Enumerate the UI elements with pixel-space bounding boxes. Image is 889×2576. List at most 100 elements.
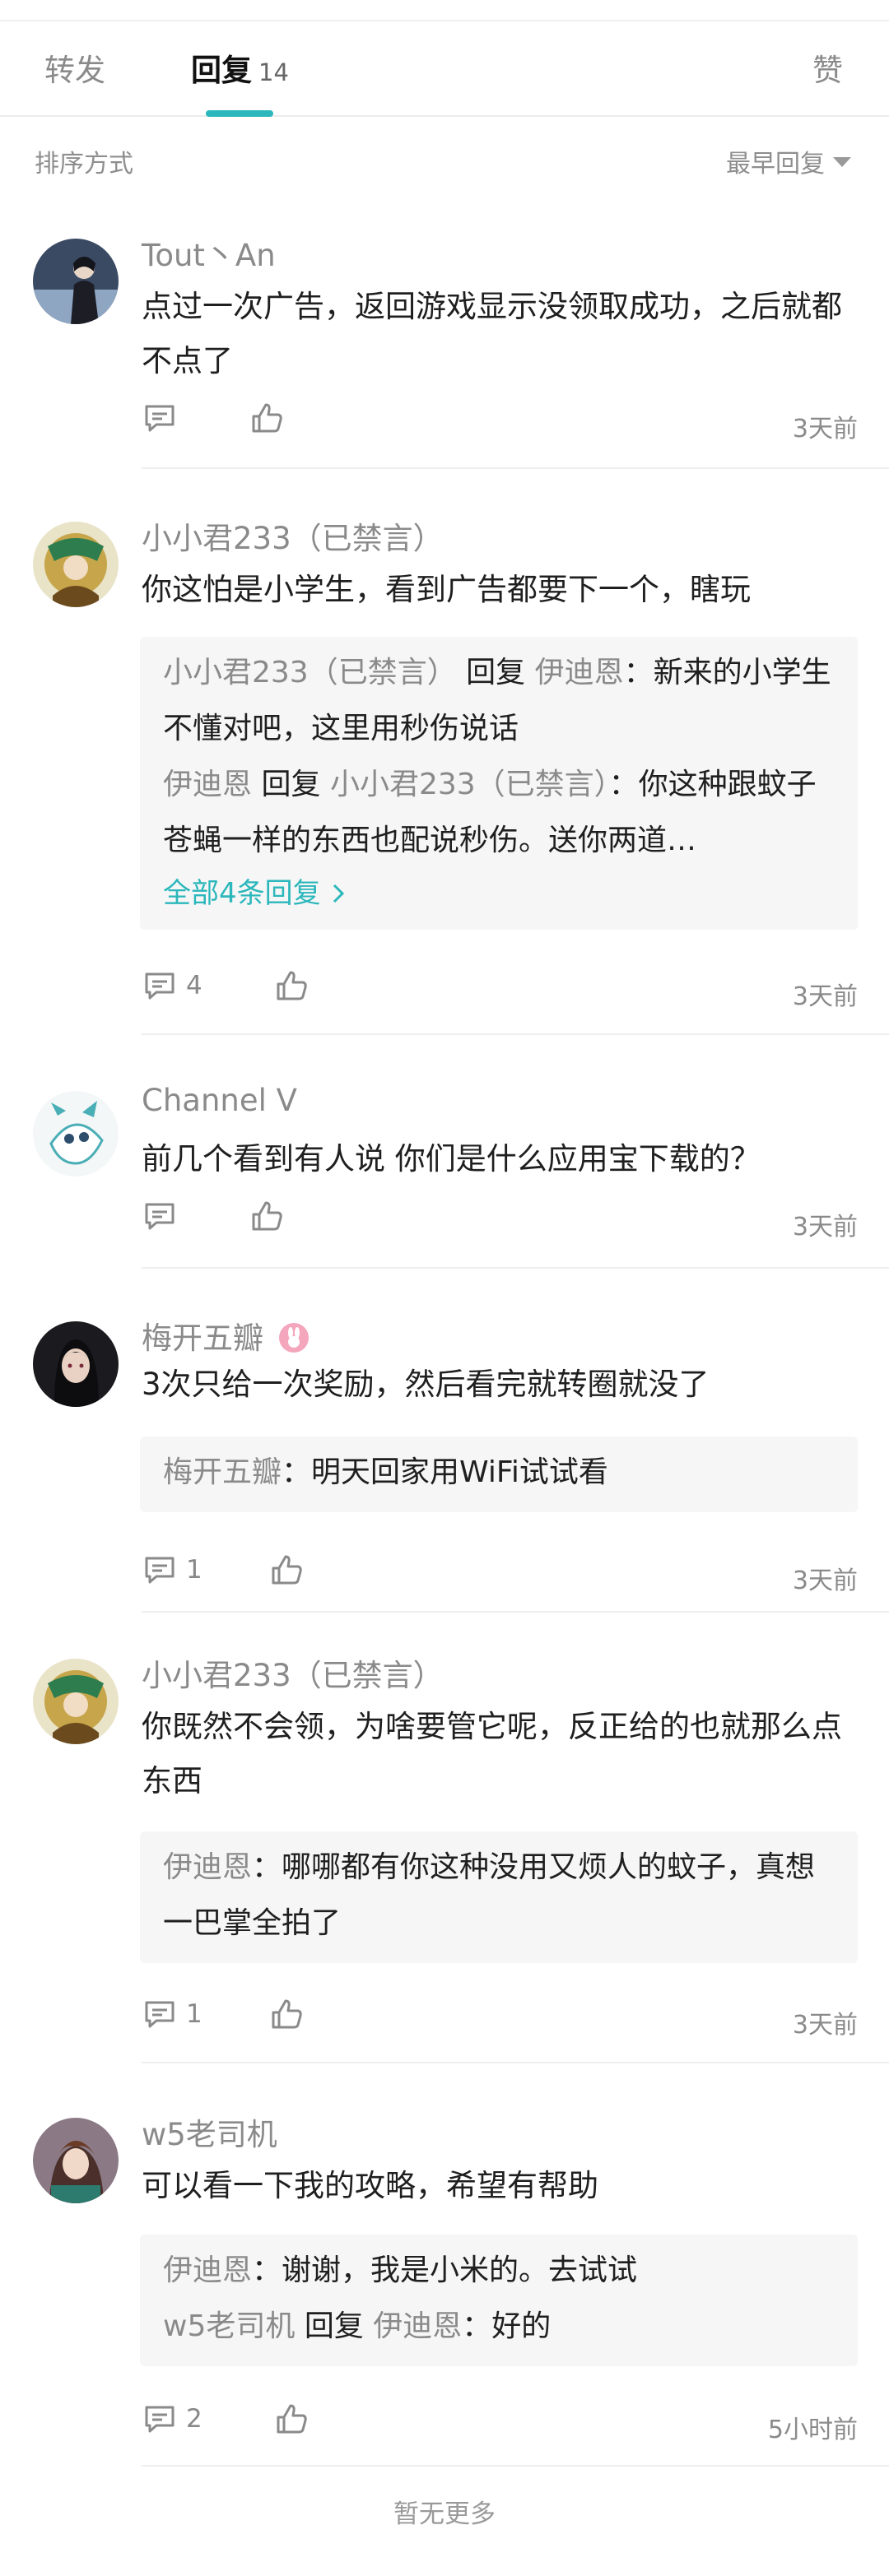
reply-author[interactable]: 伊迪恩 [163, 1850, 252, 1884]
comment-icon [145, 2406, 175, 2433]
chevron-right-icon [333, 884, 345, 903]
comment-author[interactable]: w5老司机 [142, 2110, 277, 2154]
thumbs-up-icon [277, 2404, 307, 2434]
rabbit-badge-icon [278, 1323, 309, 1353]
reply-action[interactable] [142, 1198, 178, 1234]
comment-time: 3天前 [792, 2011, 858, 2040]
comment-time: 3天前 [792, 415, 858, 443]
comment-divider [142, 2465, 889, 2467]
reply-verb: 回复 [261, 768, 321, 801]
reply-author[interactable]: w5老司机 [163, 2309, 295, 2343]
tab-forward[interactable]: 转发 [44, 46, 105, 95]
reply-target[interactable]: 伊迪恩 [535, 656, 624, 689]
reply-action[interactable]: 2 [142, 2401, 202, 2437]
like-action[interactable] [268, 1996, 305, 2032]
reply-action[interactable]: 1 [142, 1552, 202, 1588]
thumbs-up-icon [252, 1201, 282, 1231]
comment-time: 5小时前 [767, 2416, 858, 2444]
comment-actions: 3天前 [142, 400, 858, 449]
comment-author[interactable]: Channel V [142, 1083, 297, 1118]
comment-divider [142, 1611, 889, 1613]
reply-text: ：明天回家用WiFi试试看 [282, 1455, 608, 1489]
reply-action[interactable] [142, 400, 178, 436]
reply-preview-box[interactable]: 伊迪恩：谢谢，我是小米的。去试试 w5老司机 回复 伊迪恩：好的 [140, 2235, 858, 2366]
comment-text: 你这怕是小学生，看到广告都要下一个，瞎玩 [142, 572, 751, 607]
reply-author[interactable]: 伊迪恩 [163, 768, 252, 801]
reply-author[interactable]: 小小君233（已禁言） [163, 656, 457, 689]
tab-reply-label: 回复 [191, 53, 252, 88]
comment-icon [145, 1203, 175, 1230]
sort-label: 排序方式 [35, 150, 133, 179]
reply-verb: 回复 [304, 2309, 364, 2343]
reply-author[interactable]: 梅开五瓣 [163, 1455, 282, 1489]
avatar[interactable] [33, 1321, 119, 1407]
reply-preview: w5老司机 回复 伊迪恩：好的 [163, 2299, 835, 2355]
avatar[interactable] [33, 2118, 119, 2203]
reply-preview-box[interactable]: 梅开五瓣：明天回家用WiFi试试看 [140, 1437, 858, 1512]
avatar[interactable] [33, 1091, 119, 1177]
comment-text: 可以看一下我的攻略，希望有帮助 [142, 2168, 598, 2203]
comment-divider [142, 1267, 889, 1269]
comment-divider [142, 1033, 889, 1035]
comment-author[interactable]: 小小君233（已禁言） [142, 1650, 444, 1695]
reply-action[interactable]: 4 [142, 968, 202, 1004]
comment-author[interactable]: 梅开五瓣 [142, 1313, 310, 1358]
reply-verb: 回复 [466, 656, 526, 689]
reply-preview: 伊迪恩：谢谢，我是小米的。去试试 [163, 2243, 835, 2299]
comment-text: 前几个看到有人说 你们是什么应用宝下载的？ [142, 1141, 761, 1177]
comment-author[interactable]: 小小君233（已禁言） [142, 513, 444, 558]
reply-text: ：哪哪都有你这种没用又烦人的蚊子，真想一巴掌全拍了 [163, 1850, 816, 1940]
avatar[interactable] [33, 239, 119, 324]
avatar[interactable] [33, 1659, 119, 1744]
comment-icon [145, 2001, 175, 2028]
reply-preview-box[interactable]: 小小君233（已禁言） 回复 伊迪恩：新来的小学生不懂对吧，这里用秒伤说话 伊迪… [140, 637, 858, 930]
comment-actions: 1 3天前 [142, 1996, 858, 2045]
comment-text: 你既然不会领，为啥要管它呢，反正给的也就那么点东西 [142, 1709, 842, 1799]
comment-actions: 4 3天前 [142, 968, 858, 1017]
thumbs-up-icon [272, 1555, 302, 1585]
comment-divider [142, 2062, 889, 2063]
no-more-footer: 暂无更多 [393, 2499, 496, 2529]
comment-text: 点过一次广告，返回游戏显示没领取成功，之后就都不点了 [142, 289, 842, 378]
like-action[interactable] [249, 1198, 285, 1234]
tab-reply[interactable]: 回复 14 [191, 46, 289, 97]
avatar[interactable] [33, 522, 119, 607]
like-action[interactable] [273, 2401, 310, 2437]
reply-count: 2 [186, 2404, 202, 2434]
comment-time: 3天前 [792, 982, 858, 1011]
tab-bar: 转发 回复 14 赞 [0, 21, 889, 117]
view-all-replies-link[interactable]: 全部4条回复 [163, 869, 835, 918]
comment-icon [145, 1557, 175, 1584]
reply-author[interactable]: 伊迪恩 [163, 2253, 252, 2287]
reply-target[interactable]: 伊迪恩 [373, 2309, 462, 2343]
reply-text: ：谢谢，我是小米的。去试试 [252, 2253, 638, 2287]
like-action[interactable] [273, 968, 310, 1004]
comment-icon [145, 405, 175, 432]
active-tab-indicator [206, 110, 273, 117]
reply-count: 4 [186, 971, 202, 1000]
reply-text: ：好的 [462, 2309, 552, 2343]
caret-down-icon [833, 157, 851, 167]
comment-actions: 3天前 [142, 1198, 858, 1247]
thumbs-up-icon [252, 403, 282, 433]
like-action[interactable] [249, 400, 285, 436]
reply-count: 1 [186, 1999, 202, 2029]
reply-action[interactable]: 1 [142, 1996, 202, 2032]
view-all-replies-label: 全部4条回复 [163, 877, 321, 910]
reply-count: 1 [186, 1555, 202, 1585]
comment-author-name: 梅开五瓣 [142, 1320, 263, 1356]
reply-preview: 伊迪恩：哪哪都有你这种没用又烦人的蚊子，真想一巴掌全拍了 [163, 1840, 835, 1952]
comment-actions: 2 5小时前 [142, 2401, 858, 2450]
like-action[interactable] [268, 1552, 305, 1588]
tab-reply-count: 14 [258, 58, 289, 86]
reply-preview-box[interactable]: 伊迪恩：哪哪都有你这种没用又烦人的蚊子，真想一巴掌全拍了 [140, 1831, 858, 1963]
sort-dropdown[interactable]: 最早回复 [726, 143, 851, 179]
sort-value: 最早回复 [726, 150, 825, 179]
tab-like[interactable]: 赞 [812, 46, 843, 95]
reply-target[interactable]: 小小君233（已禁言） [330, 768, 609, 801]
thumbs-up-icon [277, 971, 307, 1000]
sort-bar: 排序方式 最早回复 [0, 117, 889, 207]
comment-time: 3天前 [792, 1213, 858, 1242]
comment-author[interactable]: Tout丶An [142, 230, 276, 275]
reply-preview: 梅开五瓣：明天回家用WiFi试试看 [163, 1445, 835, 1501]
